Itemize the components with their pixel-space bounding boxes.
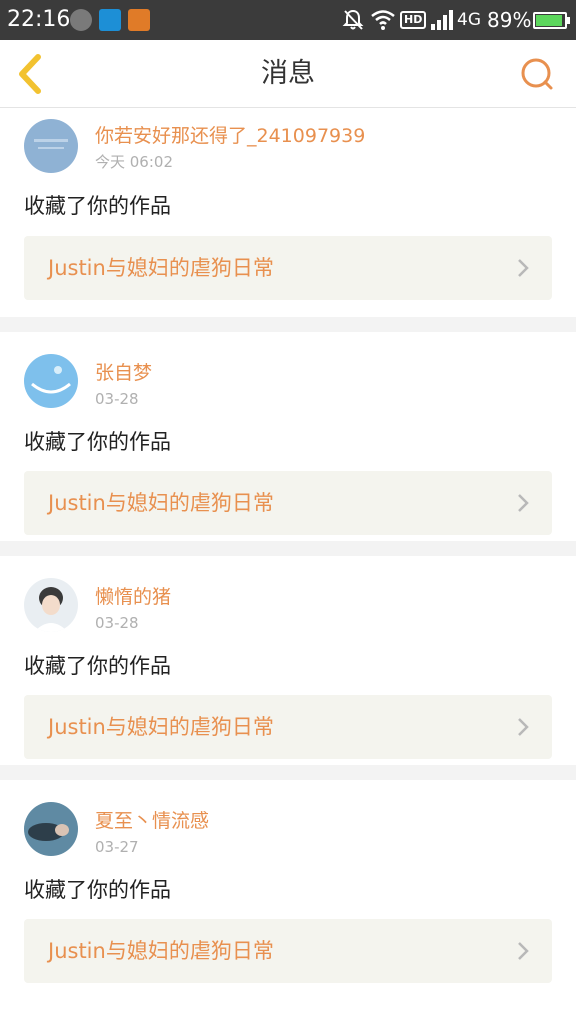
work-link[interactable]: Justin与媳妇的虐狗日常 — [24, 236, 552, 300]
chevron-right-icon — [518, 259, 529, 277]
message-action: 收藏了你的作品 — [24, 878, 171, 902]
username[interactable]: 张自梦 — [95, 360, 152, 386]
message-action: 收藏了你的作品 — [24, 654, 171, 678]
work-title: Justin与媳妇的虐狗日常 — [48, 939, 274, 963]
work-title: Justin与媳妇的虐狗日常 — [48, 715, 274, 739]
message-item: 夏至丶情流感 03-27 收藏了你的作品 Justin与媳妇的虐狗日常 — [0, 780, 576, 989]
work-link[interactable]: Justin与媳妇的虐狗日常 — [24, 471, 552, 535]
page-title: 消息 — [261, 58, 315, 89]
battery-percent: 89% — [487, 8, 532, 32]
chevron-right-icon — [518, 494, 529, 512]
work-title: Justin与媳妇的虐狗日常 — [48, 256, 274, 280]
search-icon[interactable] — [516, 54, 556, 94]
avatar[interactable] — [24, 802, 78, 856]
signal-icon — [431, 10, 453, 30]
message-time: 03-28 — [95, 390, 139, 408]
message-time: 今天 06:02 — [95, 153, 173, 171]
message-item: 你若安好那还得了_241097939 今天 06:02 收藏了你的作品 Just… — [0, 109, 576, 317]
divider — [0, 317, 576, 332]
wifi-icon — [371, 10, 395, 30]
nav-bar: 消息 — [0, 40, 576, 108]
divider — [0, 765, 576, 780]
message-time: 03-28 — [95, 614, 139, 632]
avatar[interactable] — [24, 354, 78, 408]
message-item: 懒惰的猪 03-28 收藏了你的作品 Justin与媳妇的虐狗日常 — [0, 556, 576, 765]
network-type: 4G — [457, 10, 481, 30]
message-time: 03-27 — [95, 838, 139, 856]
username[interactable]: 夏至丶情流感 — [95, 808, 209, 834]
chevron-right-icon — [518, 718, 529, 736]
username[interactable]: 懒惰的猪 — [95, 584, 171, 610]
hd-indicator: HD — [400, 11, 427, 29]
username[interactable]: 你若安好那还得了_241097939 — [95, 123, 365, 149]
avatar[interactable] — [24, 119, 78, 173]
divider — [0, 541, 576, 556]
work-link[interactable]: Justin与媳妇的虐狗日常 — [24, 919, 552, 983]
status-time: 22:16 — [7, 7, 71, 32]
app-notification-icon — [70, 9, 92, 31]
chevron-right-icon — [518, 942, 529, 960]
avatar[interactable] — [24, 578, 78, 632]
message-list: 你若安好那还得了_241097939 今天 06:02 收藏了你的作品 Just… — [0, 109, 576, 989]
work-link[interactable]: Justin与媳妇的虐狗日常 — [24, 695, 552, 759]
app-badge-icon — [128, 9, 150, 31]
work-title: Justin与媳妇的虐狗日常 — [48, 491, 274, 515]
message-item: 张自梦 03-28 收藏了你的作品 Justin与媳妇的虐狗日常 — [0, 332, 576, 541]
message-action: 收藏了你的作品 — [24, 430, 171, 454]
status-bar: 22:16 HD 4G 89% — [0, 0, 576, 40]
battery-nub — [567, 17, 570, 24]
mute-icon — [342, 9, 364, 30]
screenshot-notification-icon — [99, 9, 121, 31]
battery-icon — [533, 12, 567, 29]
message-action: 收藏了你的作品 — [24, 194, 171, 218]
